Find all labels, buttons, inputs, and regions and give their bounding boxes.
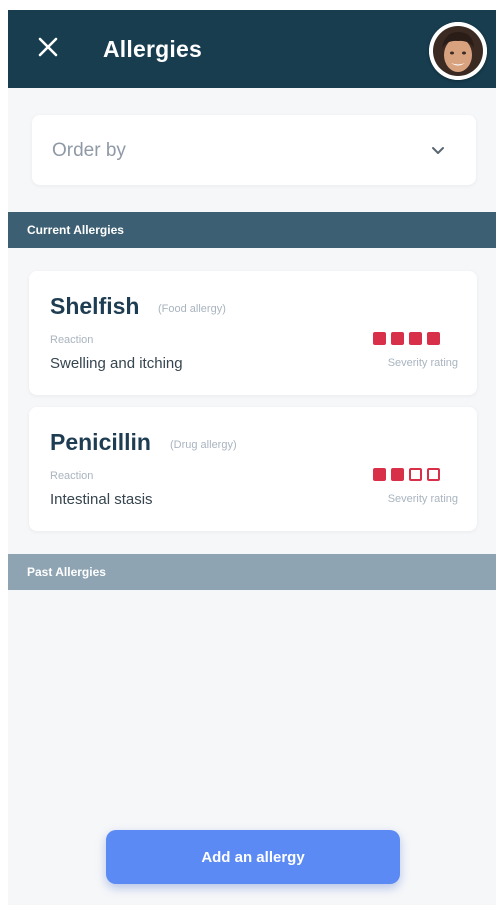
section-label-current: Current Allergies: [27, 223, 124, 237]
severity-square-empty: [427, 468, 440, 481]
close-button[interactable]: [36, 35, 62, 61]
order-by-label: Order by: [52, 140, 126, 161]
past-allergies-header[interactable]: Past Allergies: [8, 554, 496, 590]
app-header: Allergies: [8, 10, 496, 88]
severity-rating-squares: [373, 468, 440, 481]
reaction-value: Swelling and itching: [50, 355, 183, 372]
current-allergies-header: Current Allergies: [8, 212, 496, 248]
allergy-name: Shelfish: [50, 293, 140, 319]
severity-label: Severity rating: [387, 357, 458, 369]
chevron-down-icon: [432, 147, 444, 154]
close-icon: [38, 37, 58, 57]
reaction-value: Intestinal stasis: [50, 491, 153, 508]
severity-square-filled: [427, 332, 440, 345]
reaction-label: Reaction: [50, 334, 94, 346]
allergies-screen: Allergies Order by Current Allergies She…: [0, 0, 496, 905]
page-title: Allergies: [103, 36, 202, 62]
add-allergy-button[interactable]: Add an allergy: [106, 830, 400, 884]
section-label-past: Past Allergies: [27, 565, 106, 579]
order-by-select[interactable]: Order by: [32, 115, 476, 185]
severity-square-empty: [409, 468, 422, 481]
allergy-card[interactable]: Penicillin (Drug allergy) Reaction Intes…: [29, 407, 477, 531]
severity-square-filled: [391, 468, 404, 481]
severity-square-filled: [391, 332, 404, 345]
severity-square-filled: [409, 332, 422, 345]
severity-square-filled: [373, 332, 386, 345]
allergy-type: (Food allergy): [158, 303, 226, 315]
severity-rating-squares: [373, 332, 440, 345]
allergy-card[interactable]: Shelfish (Food allergy) Reaction Swellin…: [29, 271, 477, 395]
severity-label: Severity rating: [387, 493, 458, 505]
reaction-label: Reaction: [50, 470, 94, 482]
allergy-type: (Drug allergy): [170, 439, 237, 451]
allergy-name: Penicillin: [50, 429, 151, 455]
severity-square-filled: [373, 468, 386, 481]
avatar[interactable]: [429, 22, 487, 80]
